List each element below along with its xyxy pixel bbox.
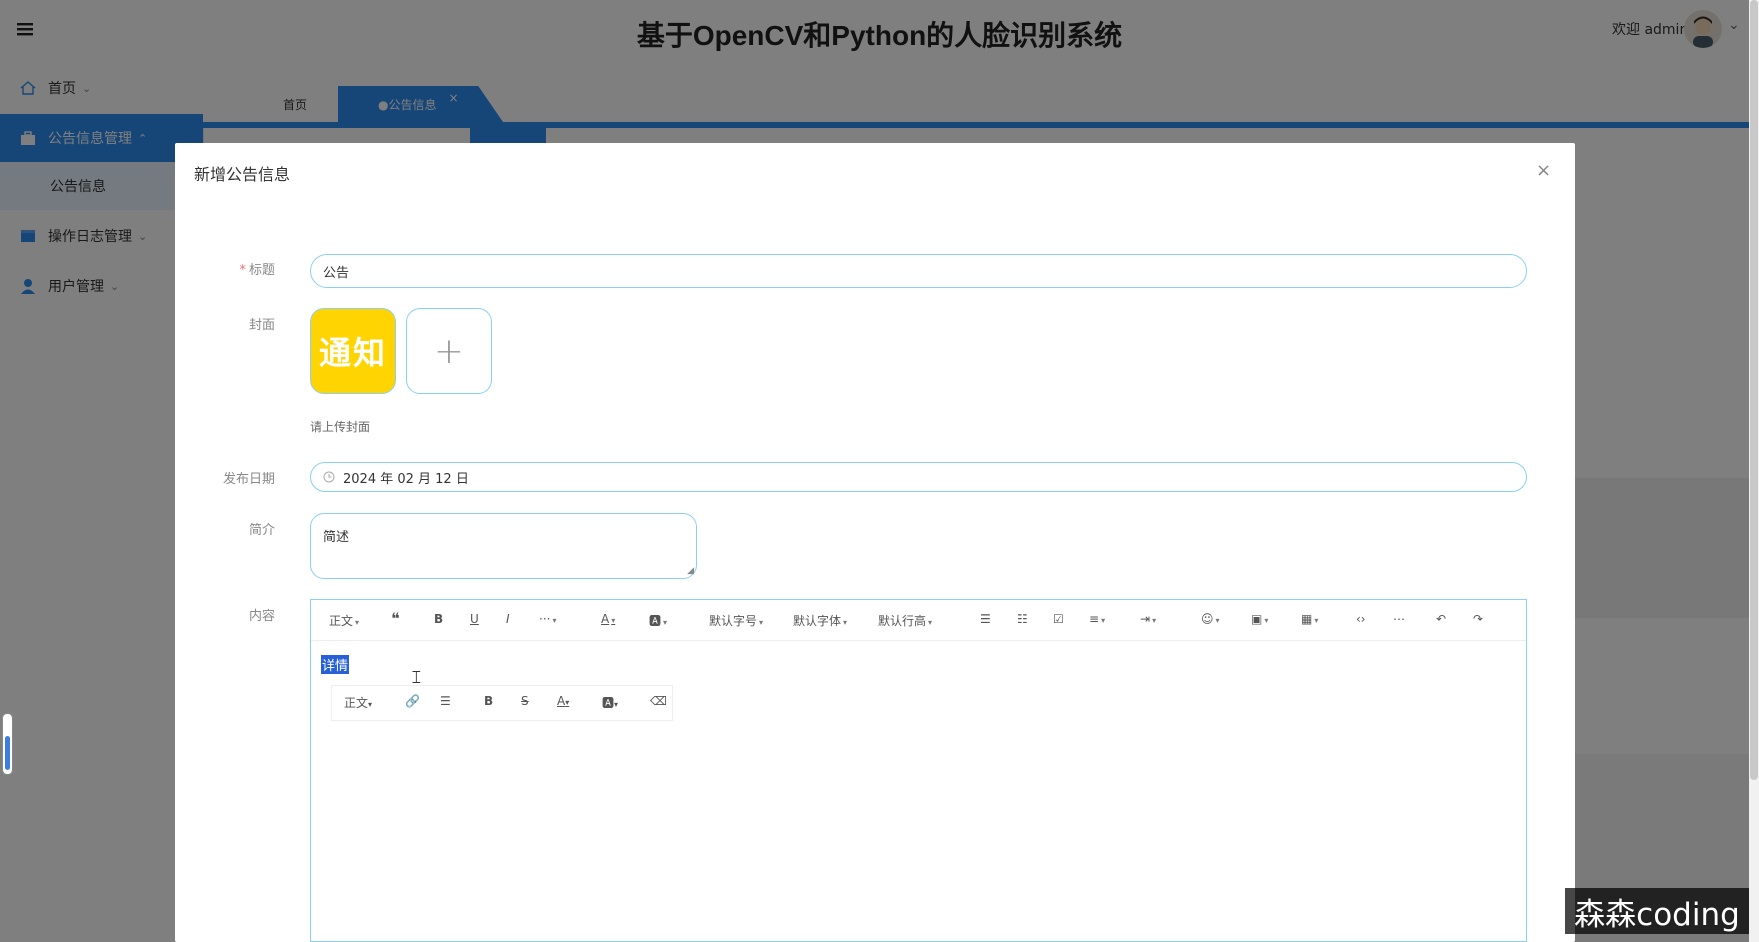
todo-icon[interactable]: ☑ bbox=[1053, 612, 1064, 626]
font-size-dropdown[interactable]: 默认字号 ▾ bbox=[709, 612, 763, 629]
redo-icon[interactable]: ↷ bbox=[1473, 612, 1483, 626]
indent-icon[interactable]: ⇥ ▾ bbox=[1140, 612, 1156, 626]
rich-text-editor[interactable]: 正文 ▾ ❝ B U I ··· ▾ A ▾ 🅰 ▾ 默认字号 ▾ 默认字体 ▾ 默认行高 ▾… bbox=[310, 599, 1527, 942]
image-icon[interactable]: ▣ ▾ bbox=[1251, 612, 1268, 626]
background-color-icon[interactable]: 🅰▾ bbox=[602, 694, 618, 711]
paragraph-format-dropdown[interactable]: 正文▾ bbox=[329, 612, 359, 629]
align-icon[interactable]: ≡ ▾ bbox=[1089, 612, 1105, 626]
bold-icon[interactable]: B bbox=[434, 612, 443, 626]
paragraph-format-dropdown[interactable]: 正文▾ bbox=[344, 694, 372, 711]
cover-image[interactable]: 通知 bbox=[310, 308, 396, 394]
divider-icon[interactable]: ⋯ bbox=[1393, 612, 1405, 626]
clear-format-icon[interactable]: ⌫ bbox=[650, 694, 667, 708]
italic-icon[interactable]: I bbox=[506, 612, 510, 626]
intro-label: 简介 bbox=[248, 523, 275, 538]
numbered-list-icon[interactable]: ☷ bbox=[1017, 612, 1028, 626]
line-height-dropdown[interactable]: 默认行高 ▾ bbox=[878, 612, 932, 629]
content-label: 内容 bbox=[248, 609, 275, 624]
font-color-icon[interactable]: A▾ bbox=[601, 612, 615, 626]
add-notice-dialog: 新增公告信息 × * 标题 公告 封面 通知 + 请上传封面 发布日期 2024 … bbox=[175, 143, 1575, 942]
watermark: 森森coding bbox=[1565, 888, 1749, 934]
date-value: 2024 年 02 月 12 日 bbox=[343, 471, 469, 487]
underline-icon[interactable]: U bbox=[470, 612, 479, 626]
paragraph-format-label: 正文 bbox=[344, 696, 369, 710]
more-icon[interactable]: ··· ▾ bbox=[539, 612, 556, 626]
background-color-icon[interactable]: 🅰▾ bbox=[649, 612, 667, 629]
font-family-label: 默认字体 bbox=[793, 614, 842, 628]
title-input[interactable]: 公告 bbox=[310, 254, 1527, 288]
resize-handle-icon[interactable]: ◢ bbox=[687, 566, 694, 576]
link-icon[interactable]: 🔗 bbox=[405, 694, 420, 708]
font-color-icon[interactable]: A▾ bbox=[557, 694, 569, 708]
editor-toolbar: 正文 ▾ ❝ B U I ··· ▾ A ▾ 🅰 ▾ 默认字号 ▾ 默认字体 ▾ 默认行高 ▾… bbox=[311, 600, 1526, 641]
title-label-text: 标题 bbox=[248, 263, 275, 278]
cover-image-text: 通知 bbox=[318, 334, 387, 372]
clock-icon bbox=[323, 471, 335, 483]
date-picker[interactable]: 2024 年 02 月 12 日 bbox=[310, 462, 1527, 492]
plus-icon: + bbox=[433, 330, 465, 372]
strikethrough-icon[interactable]: S bbox=[521, 694, 529, 708]
quote-icon[interactable]: ❝ bbox=[391, 609, 400, 628]
hover-toolbar: 正文▾ 🔗 ☰ B S A▾ 🅰▾ ⌫ bbox=[331, 685, 673, 721]
scrollbar-thumb[interactable] bbox=[5, 736, 10, 770]
required-mark: * bbox=[239, 263, 246, 278]
table-icon[interactable]: ▦ ▾ bbox=[1301, 612, 1318, 626]
editor-selected-text[interactable]: 详情 bbox=[321, 655, 350, 674]
side-scrollbar[interactable] bbox=[2, 713, 13, 775]
paragraph-format-label: 正文 bbox=[329, 614, 354, 628]
cover-hint: 请上传封面 bbox=[310, 420, 371, 434]
title-label: * 标题 bbox=[175, 259, 275, 278]
font-family-dropdown[interactable]: 默认字体 ▾ bbox=[793, 612, 847, 629]
dialog-title: 新增公告信息 bbox=[194, 165, 291, 184]
intro-value: 简述 bbox=[323, 530, 350, 545]
font-size-label: 默认字号 bbox=[709, 614, 758, 628]
emoji-icon[interactable]: ☺ ▾ bbox=[1201, 612, 1220, 626]
title-input-value: 公告 bbox=[323, 265, 350, 281]
upload-cover-button[interactable]: + bbox=[406, 308, 492, 394]
close-icon[interactable]: × bbox=[1536, 160, 1551, 181]
page-scrollbar-thumb[interactable] bbox=[1750, 0, 1758, 780]
cover-label: 封面 bbox=[248, 318, 275, 333]
code-icon[interactable]: ‹› bbox=[1356, 612, 1366, 626]
bullet-list-icon[interactable]: ☰ bbox=[440, 694, 451, 708]
line-height-label: 默认行高 bbox=[878, 614, 927, 628]
bold-icon[interactable]: B bbox=[484, 694, 493, 708]
date-label: 发布日期 bbox=[222, 472, 275, 487]
intro-textarea[interactable]: 简述 ◢ bbox=[310, 513, 697, 579]
bullet-list-icon[interactable]: ☰ bbox=[980, 612, 991, 626]
undo-icon[interactable]: ↶ bbox=[1436, 612, 1446, 626]
